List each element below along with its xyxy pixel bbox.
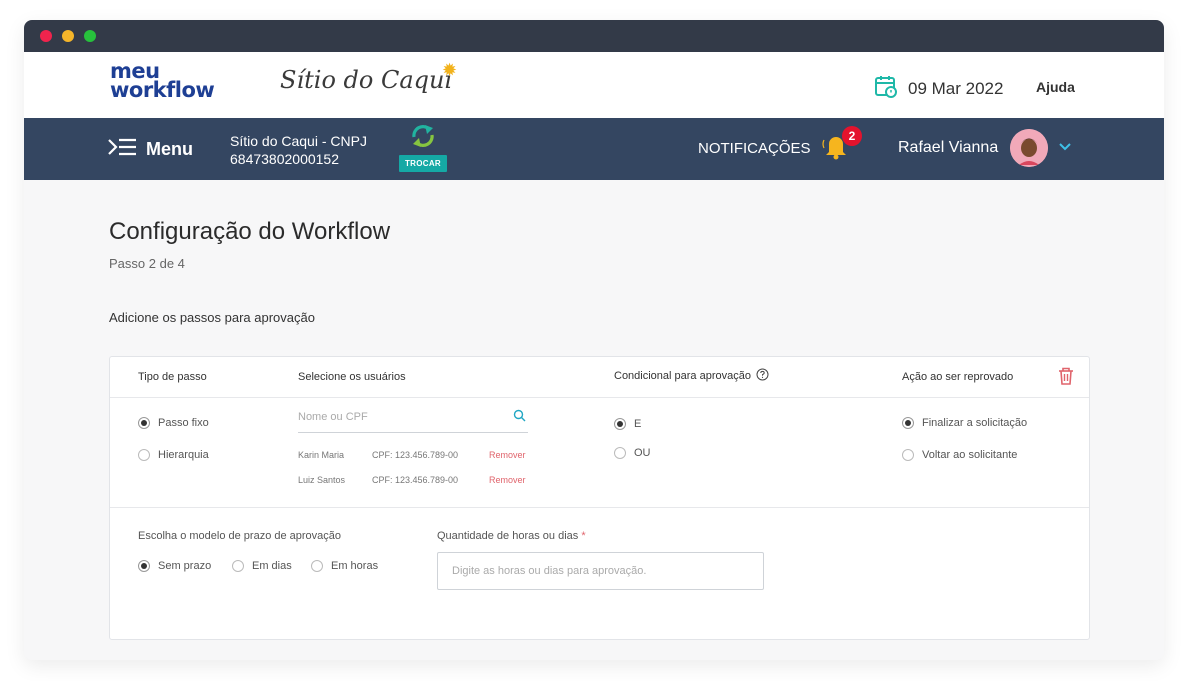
swap-icon — [410, 125, 436, 152]
header-conditional-label: Condicional para aprovação — [614, 370, 751, 382]
radio-dot[interactable] — [138, 449, 150, 461]
company-name: Sítio do Caqui - CNPJ — [230, 133, 367, 149]
instruction-text: Adicione os passos para aprovação — [109, 310, 315, 325]
radio-in-hours-label: Em horas — [331, 560, 379, 572]
help-link[interactable]: Ajuda — [1036, 79, 1075, 95]
header-select-users: Selecione os usuários — [298, 371, 406, 383]
swap-button[interactable]: TROCAR — [398, 155, 448, 172]
radio-back-to-requester-label: Voltar ao solicitante — [922, 449, 1018, 461]
search-icon[interactable] — [513, 409, 526, 427]
remove-user-link[interactable]: Remover — [489, 475, 526, 485]
menu-icon — [108, 138, 138, 161]
radio-no-deadline-label: Sem prazo — [158, 560, 212, 572]
company-info: Sítio do Caqui - CNPJ 68473802000152 — [230, 132, 367, 168]
radio-finalize-request-label: Finalizar a solicitação — [922, 417, 1028, 429]
radio-dot[interactable] — [902, 417, 914, 429]
current-date: 09 Mar 2022 — [908, 78, 1004, 98]
radio-in-days[interactable]: Em dias — [232, 560, 292, 572]
close-window-button[interactable] — [40, 30, 52, 42]
user-name: Karin Maria — [298, 450, 345, 460]
user-avatar[interactable] — [1010, 129, 1048, 167]
help-circle-icon[interactable] — [756, 368, 769, 384]
menu-button[interactable]: Menu — [108, 138, 193, 161]
radio-no-deadline[interactable]: Sem prazo — [138, 560, 211, 572]
user-name: Luiz Santos — [298, 475, 346, 485]
radio-dot[interactable] — [232, 560, 244, 572]
user-name[interactable]: Rafael Vianna — [898, 139, 998, 157]
company-cnpj: 68473802000152 — [230, 151, 340, 167]
radio-hierarchy[interactable]: Hierarquia — [138, 449, 209, 461]
radio-back-to-requester[interactable]: Voltar ao solicitante — [902, 449, 1017, 461]
header-step-type: Tipo de passo — [138, 371, 207, 383]
quantity-input[interactable] — [438, 553, 763, 589]
radio-fixed-step[interactable]: Passo fixo — [138, 417, 209, 429]
radio-dot[interactable] — [311, 560, 323, 572]
deadline-label: Escolha o modelo de prazo de aprovação — [138, 530, 342, 542]
window-titlebar — [24, 20, 1164, 52]
brand-logo: Sítio do Caqui — [280, 66, 453, 94]
main-content: Configuração do Workflow Passo 2 de 4 Ad… — [24, 180, 1164, 660]
chevron-down-icon[interactable] — [1058, 140, 1072, 159]
radio-conditional-and[interactable]: E — [614, 418, 641, 430]
radio-dot[interactable] — [138, 417, 150, 429]
swap-company[interactable]: TROCAR — [398, 124, 448, 172]
main-navbar: Menu Sítio do Caqui - CNPJ 6847380200015… — [24, 118, 1164, 180]
logo-line-2: workflow — [110, 77, 215, 102]
search-input[interactable] — [298, 411, 498, 423]
user-cpf: CPF: 123.456.789-00 — [372, 475, 459, 485]
radio-dot[interactable] — [902, 449, 914, 461]
meuworkflow-logo[interactable]: meu workflow — [110, 61, 215, 102]
radio-conditional-or[interactable]: OU — [614, 447, 651, 459]
trash-icon[interactable] — [1058, 367, 1074, 390]
radio-hierarchy-label: Hierarquia — [158, 449, 209, 461]
calendar-icon — [874, 74, 898, 103]
app-window: meu workflow Sítio do Caqui ✹ 09 Mar 202… — [24, 20, 1164, 660]
card-header: Tipo de passo Selecione os usuários Cond… — [110, 357, 1089, 398]
radio-dot[interactable] — [614, 447, 626, 459]
menu-label: Menu — [146, 139, 193, 159]
required-marker: * — [581, 530, 586, 542]
user-cpf: CPF: 123.456.789-00 — [372, 450, 459, 460]
radio-in-days-label: Em dias — [252, 560, 292, 572]
quantity-field-wrapper — [437, 552, 764, 590]
sun-icon: ✹ — [442, 60, 458, 80]
radio-dot[interactable] — [138, 560, 150, 572]
maximize-window-button[interactable] — [84, 30, 96, 42]
top-header: meu workflow Sítio do Caqui ✹ 09 Mar 202… — [24, 52, 1164, 118]
date-display: 09 Mar 2022 — [874, 74, 1003, 103]
radio-dot[interactable] — [614, 418, 626, 430]
quantity-label-text: Quantidade de horas ou dias — [437, 530, 579, 542]
radio-conditional-or-label: OU — [634, 447, 651, 459]
workflow-step-card: Tipo de passo Selecione os usuários Cond… — [109, 356, 1090, 640]
minimize-window-button[interactable] — [62, 30, 74, 42]
quantity-label: Quantidade de horas ou dias * — [437, 530, 586, 542]
card-divider — [110, 507, 1089, 508]
notification-count-badge: 2 — [842, 126, 862, 146]
radio-fixed-step-label: Passo fixo — [158, 417, 209, 429]
page-title: Configuração do Workflow — [109, 218, 391, 245]
step-indicator: Passo 2 de 4 — [109, 256, 185, 271]
notifications-link[interactable]: NOTIFICAÇÕES — [698, 140, 811, 157]
radio-in-hours[interactable]: Em horas — [311, 560, 378, 572]
radio-finalize-request[interactable]: Finalizar a solicitação — [902, 417, 1027, 429]
header-conditional: Condicional para aprovação — [614, 368, 769, 384]
user-search — [298, 409, 528, 433]
radio-conditional-and-label: E — [634, 418, 642, 430]
remove-user-link[interactable]: Remover — [489, 450, 526, 460]
header-reject-action: Ação ao ser reprovado — [902, 371, 1014, 383]
